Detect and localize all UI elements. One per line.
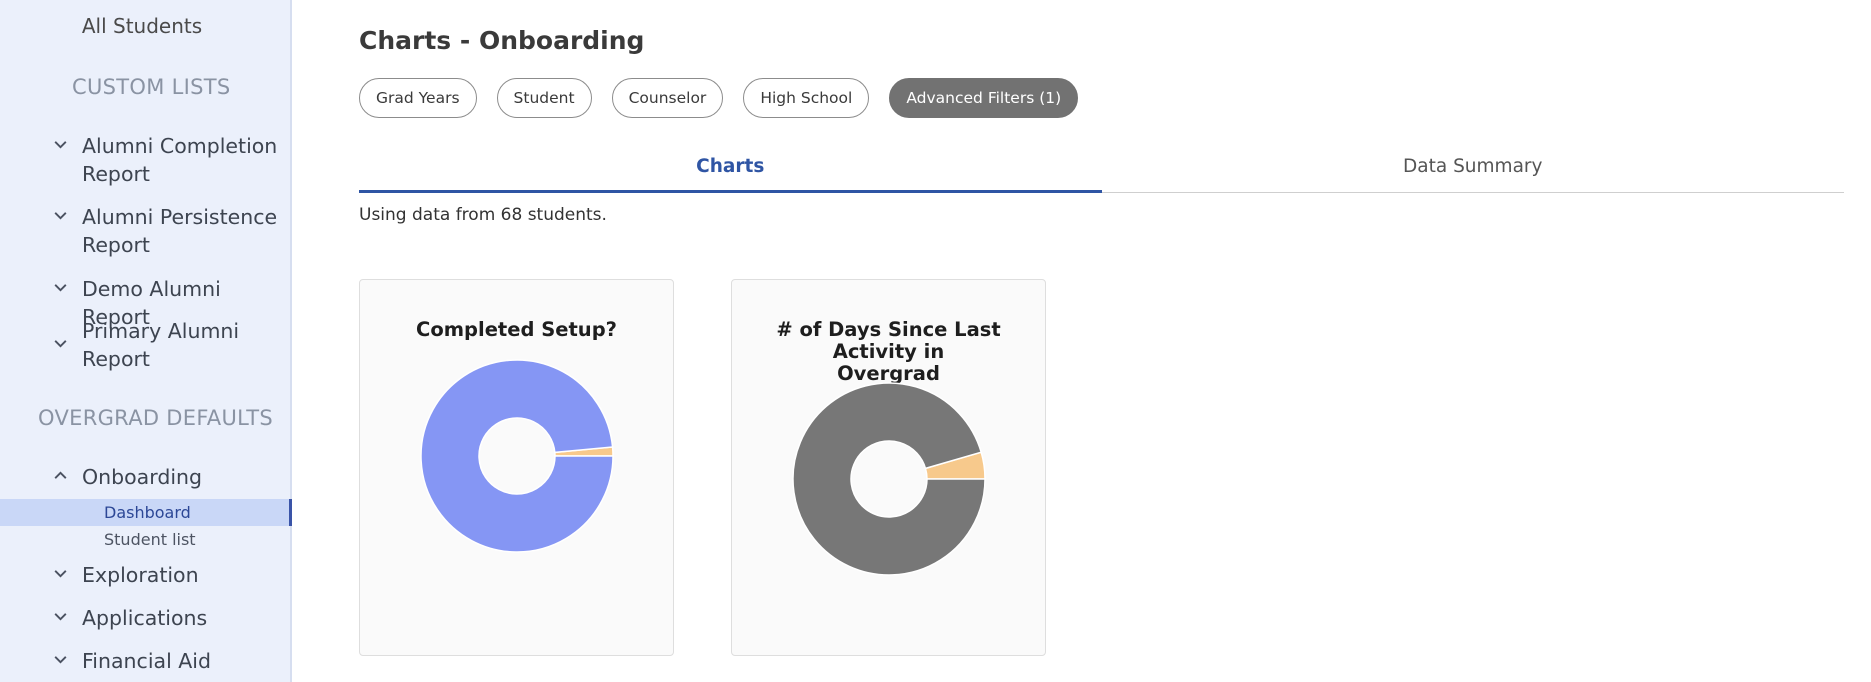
sidebar-item-label: Onboarding (82, 465, 203, 489)
sidebar-item-applications[interactable]: Applications (38, 604, 288, 632)
donut-chart (417, 356, 617, 556)
chevron-down-icon (38, 561, 82, 582)
sidebar: All Students CUSTOM LISTS Alumni Complet… (0, 0, 292, 682)
sidebar-item-onboarding[interactable]: Onboarding (38, 463, 288, 491)
chart-title-line: # of Days Since Last Activity in (776, 318, 1001, 363)
pie-slice[interactable] (789, 379, 989, 579)
filter-bar: Grad Years Student Counselor High School… (359, 78, 1079, 118)
sidebar-subitem-student-list[interactable]: Student list (104, 530, 196, 549)
chevron-down-icon (38, 317, 82, 352)
donut-chart (789, 379, 989, 579)
sidebar-item-exploration[interactable]: Exploration (38, 561, 288, 589)
filter-counselor[interactable]: Counselor (611, 78, 724, 118)
sidebar-item-all-students[interactable]: All Students (0, 14, 284, 38)
chart-title: # of Days Since Last Activity in Overgra… (732, 319, 1045, 385)
chart-card-days-since-last-activity: # of Days Since Last Activity in Overgra… (731, 279, 1046, 656)
sidebar-item-label: Applications (82, 606, 208, 630)
chart-title: Completed Setup? (416, 318, 617, 341)
chevron-up-icon (38, 463, 82, 484)
filter-grad-years[interactable]: Grad Years (359, 78, 477, 118)
sidebar-item-label: Report (82, 347, 150, 371)
sidebar-item-label: Primary Alumni (82, 319, 240, 343)
filter-student[interactable]: Student (496, 78, 592, 118)
sidebar-subitem-dashboard[interactable]: Dashboard (0, 499, 292, 526)
sidebar-subitem-label: Dashboard (104, 503, 191, 522)
sidebar-item-label: Exploration (82, 563, 199, 587)
sidebar-item-label: Report (82, 233, 150, 257)
sidebar-item-alumni-completion-report[interactable]: Alumni Completion Report (38, 132, 288, 188)
page-title: Charts - Onboarding (359, 26, 645, 55)
data-count-text: Using data from 68 students. (359, 205, 607, 225)
sidebar-item-label: Financial Aid (82, 649, 212, 673)
chart-card-completed-setup: Completed Setup? (359, 279, 674, 656)
tab-bar: Charts Data Summary (359, 150, 1844, 193)
chevron-down-icon (38, 647, 82, 668)
sidebar-item-label: Alumni Persistence (82, 205, 278, 229)
custom-lists-heading: CUSTOM LISTS (72, 75, 231, 99)
chevron-down-icon (38, 275, 82, 296)
filter-advanced[interactable]: Advanced Filters (1) (889, 78, 1079, 118)
sidebar-item-alumni-persistence-report[interactable]: Alumni Persistence Report (38, 203, 288, 259)
overgrad-defaults-heading: OVERGRAD DEFAULTS (38, 406, 274, 430)
sidebar-item-label: Report (82, 162, 150, 186)
chevron-down-icon (38, 132, 82, 153)
tab-charts[interactable]: Charts (359, 150, 1102, 193)
sidebar-item-label: Alumni Completion (82, 134, 278, 158)
filter-high-school[interactable]: High School (743, 78, 870, 118)
chevron-down-icon (38, 604, 82, 625)
chevron-down-icon (38, 203, 82, 224)
sidebar-item-financial-aid[interactable]: Financial Aid (38, 647, 288, 675)
tab-data-summary[interactable]: Data Summary (1102, 150, 1845, 192)
pie-slice[interactable] (417, 356, 617, 556)
sidebar-item-primary-alumni-report[interactable]: Primary Alumni Report (38, 317, 288, 373)
